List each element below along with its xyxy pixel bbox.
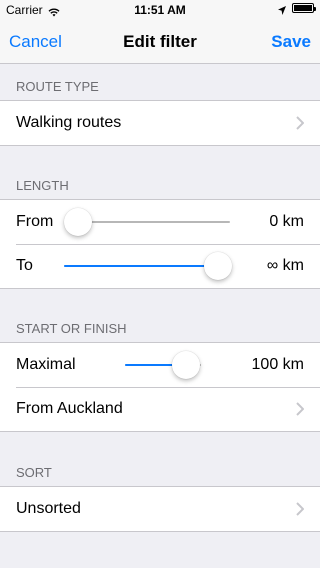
from-label: From xyxy=(16,213,54,230)
to-slider[interactable] xyxy=(64,244,232,288)
location-icon xyxy=(278,4,286,15)
status-bar: Carrier 11:51 AM xyxy=(0,0,320,20)
section-header-sort: SORT xyxy=(16,465,52,480)
to-value: ∞ km xyxy=(266,257,304,274)
location-row[interactable]: From Auckland xyxy=(0,387,320,431)
status-time: 11:51 AM xyxy=(134,3,186,17)
route-type-group: Walking routes xyxy=(0,100,320,146)
sort-group: Unsorted xyxy=(0,486,320,532)
status-right xyxy=(278,3,316,15)
section-header-route-type: ROUTE TYPE xyxy=(16,79,99,94)
maximal-slider[interactable] xyxy=(125,343,201,387)
from-slider[interactable] xyxy=(64,200,230,244)
length-to-row: To ∞ km xyxy=(0,244,320,288)
chevron-right-icon xyxy=(296,502,305,516)
maximal-value: 100 km xyxy=(251,356,304,373)
sort-value: Unsorted xyxy=(16,500,81,517)
slider-track xyxy=(78,221,230,223)
slider-thumb[interactable] xyxy=(171,351,200,379)
battery-icon xyxy=(292,3,316,13)
maximal-row: Maximal 100 km xyxy=(0,343,320,387)
to-label: To xyxy=(16,257,33,274)
section-header-start-finish: START OR FINISH xyxy=(16,321,127,336)
maximal-label: Maximal xyxy=(16,356,76,373)
chevron-right-icon xyxy=(296,402,305,416)
nav-bar: Cancel Edit filter Save xyxy=(0,20,320,64)
slider-fill xyxy=(64,265,218,267)
save-button[interactable]: Save xyxy=(271,32,311,52)
slider-thumb[interactable] xyxy=(64,208,92,236)
chevron-right-icon xyxy=(296,116,305,130)
length-from-row: From 0 km xyxy=(0,200,320,244)
section-header-length: LENGTH xyxy=(16,178,69,193)
start-finish-group: Maximal 100 km From Auckland xyxy=(0,342,320,432)
length-group: From 0 km To ∞ km xyxy=(0,199,320,289)
slider-thumb[interactable] xyxy=(204,252,232,280)
route-type-value: Walking routes xyxy=(16,114,122,131)
from-value: 0 km xyxy=(269,213,304,230)
route-type-row[interactable]: Walking routes xyxy=(0,101,320,145)
sort-row[interactable]: Unsorted xyxy=(0,487,320,531)
location-value: From Auckland xyxy=(16,400,123,417)
